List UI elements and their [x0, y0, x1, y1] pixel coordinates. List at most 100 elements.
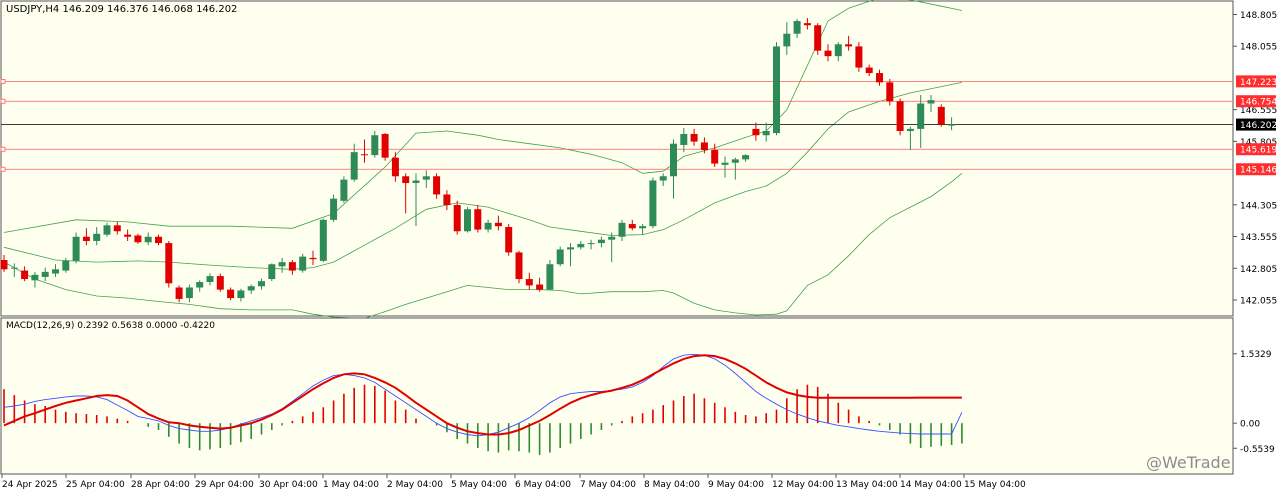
- candle-body: [371, 135, 379, 156]
- candle: [855, 42, 863, 72]
- level-handle: [0, 78, 6, 84]
- candle-body: [206, 276, 214, 283]
- candle: [216, 273, 224, 292]
- candle-body: [134, 235, 142, 243]
- candle-body: [783, 33, 791, 47]
- candle-body: [824, 50, 832, 57]
- time-tick-label: 29 Apr 04:00: [195, 480, 254, 490]
- candle-body: [433, 176, 441, 195]
- candle-body: [649, 180, 657, 227]
- candle-body: [731, 159, 739, 163]
- time-tick-label: 2 May 04:00: [387, 480, 443, 490]
- level-handle: [0, 166, 6, 172]
- candle-body: [175, 287, 183, 299]
- candle-body: [834, 44, 842, 57]
- candle-body: [855, 46, 863, 68]
- candle-body: [814, 25, 822, 51]
- level-price-label: 146.754: [1240, 98, 1277, 108]
- candle-body: [237, 290, 245, 299]
- level-price-label: 145.146: [1240, 166, 1277, 176]
- candle-body: [309, 257, 317, 260]
- candle-body: [937, 106, 945, 125]
- candle-body: [680, 133, 688, 145]
- candle: [773, 42, 780, 136]
- candle-body: [299, 256, 307, 271]
- price-tick-label: 144.305: [1240, 201, 1277, 211]
- macd-pane[interactable]: [0, 317, 1234, 475]
- candle-body: [906, 128, 914, 132]
- candle-body: [865, 67, 873, 74]
- price-pane[interactable]: [0, 0, 1234, 317]
- candle-body: [72, 236, 80, 261]
- candle-body: [793, 21, 801, 34]
- time-tick-label: 28 Apr 04:00: [131, 480, 190, 490]
- candle-body: [886, 82, 894, 102]
- price-tick-label: 148.055: [1240, 43, 1277, 53]
- price-tick-label: 143.555: [1240, 233, 1277, 243]
- candle-body: [597, 239, 605, 244]
- level-handle: [0, 146, 6, 152]
- candle-body: [659, 176, 667, 181]
- candle-body: [165, 243, 173, 284]
- candle-body: [546, 264, 554, 290]
- candle-body: [484, 222, 492, 230]
- candle-body: [62, 260, 70, 271]
- time-tick-label: 25 Apr 04:00: [66, 480, 125, 490]
- candle-body: [93, 233, 101, 241]
- candle-body: [0, 260, 8, 270]
- candle-body: [587, 243, 595, 245]
- candle: [319, 218, 327, 263]
- candle-body: [350, 152, 358, 180]
- candle-body: [124, 234, 132, 237]
- time-tick-label: 13 May 04:00: [836, 480, 898, 490]
- time-tick-label: 6 May 04:00: [515, 480, 571, 490]
- candle-body: [876, 73, 883, 83]
- candle-body: [525, 279, 533, 286]
- candle-body: [608, 236, 616, 240]
- candle-body: [896, 101, 904, 132]
- candle-body: [917, 103, 925, 129]
- candle: [165, 240, 173, 288]
- candle: [72, 232, 80, 264]
- candle-body: [21, 270, 29, 280]
- candle-body: [505, 227, 513, 253]
- candle-body: [227, 289, 235, 299]
- candle-body: [690, 133, 698, 142]
- candle: [381, 133, 389, 161]
- candle-body: [711, 150, 719, 164]
- candle-body: [319, 219, 327, 261]
- candle-body: [845, 44, 853, 47]
- candle-body: [773, 46, 780, 134]
- candle-body: [258, 281, 265, 287]
- candle-body: [330, 198, 338, 220]
- trading-chart[interactable]: USDJPY,H4 146.209 146.376 146.068 146.20…: [0, 0, 1280, 492]
- candle-body: [803, 23, 811, 26]
- candle-body: [474, 209, 482, 230]
- candle-body: [103, 225, 111, 235]
- candle-body: [52, 269, 59, 274]
- candle-body: [216, 276, 224, 290]
- candle-body: [340, 179, 348, 201]
- candle-body: [268, 264, 276, 280]
- watermark-logo-text: @WeTrade: [1146, 453, 1231, 472]
- candle-body: [752, 128, 760, 136]
- time-tick-label: 8 May 04:00: [644, 480, 700, 490]
- candle-body: [742, 155, 750, 160]
- candle: [649, 177, 657, 229]
- candle-body: [639, 226, 647, 229]
- candle: [546, 260, 554, 291]
- price-tick-label: 148.805: [1240, 11, 1277, 21]
- candle-body: [31, 274, 39, 281]
- candle: [814, 23, 822, 55]
- candle: [515, 250, 523, 284]
- candle-body: [10, 267, 18, 269]
- candle-body: [927, 100, 935, 104]
- candle: [937, 104, 945, 127]
- candle-body: [721, 162, 729, 165]
- level-price-label: 145.619: [1240, 146, 1277, 156]
- candle-body: [196, 282, 204, 288]
- symbol-header: USDJPY,H4 146.209 146.376 146.068 146.20…: [6, 4, 237, 15]
- candle-body: [628, 224, 636, 229]
- time-tick-label: 5 May 04:00: [451, 480, 507, 490]
- level-price-label: 147.223: [1240, 78, 1277, 88]
